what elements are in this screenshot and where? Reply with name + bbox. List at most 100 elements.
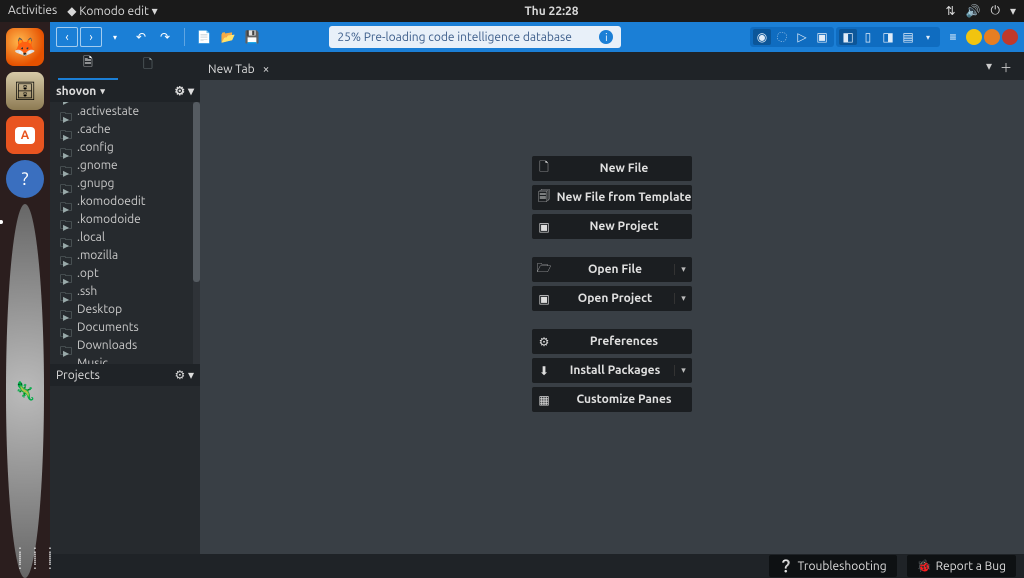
dock-app-komodo[interactable]: 🦎: [6, 204, 44, 578]
file-name: .ssh: [77, 285, 97, 298]
dock-app-software[interactable]: A: [6, 116, 44, 154]
clock[interactable]: Thu 22:28: [158, 5, 946, 18]
pause-macro-icon[interactable]: ◌: [773, 29, 791, 45]
close-button[interactable]: [1002, 29, 1018, 45]
places-gear-icon[interactable]: ⚙ ▾: [174, 84, 194, 98]
maximize-button[interactable]: [984, 29, 1000, 45]
nav-forward-button[interactable]: ›: [80, 27, 102, 47]
places-root-label: shovon: [56, 85, 96, 98]
dropdown-caret-icon[interactable]: ▾: [674, 264, 692, 275]
file-tree-item[interactable]: ▸🗀.gnupg: [50, 174, 200, 192]
help-icon: ❔: [779, 559, 794, 573]
label: Open File: [556, 263, 674, 276]
dropdown-caret-icon[interactable]: ▾: [674, 293, 692, 304]
new-file-button[interactable]: 📄: [193, 27, 215, 47]
gear-icon: ⚙: [532, 335, 556, 349]
editor-tab-new[interactable]: New Tab ×: [198, 59, 279, 80]
install-packages-button[interactable]: ⬇ Install Packages ▾: [532, 358, 692, 383]
dropdown-caret-icon[interactable]: ▾: [674, 365, 692, 376]
side-tab-document[interactable]: 🗋: [118, 51, 178, 80]
nav-dropdown-icon[interactable]: ▾: [104, 27, 126, 47]
play-macro-icon[interactable]: ▷: [793, 29, 811, 45]
bug-icon: 🐞: [917, 559, 932, 573]
open-project-icon: ▣: [532, 292, 556, 306]
doc-tab-icon: 🗋: [143, 58, 153, 71]
file-tree[interactable]: ▸🗀.activestate ▸🗀.cache ▸🗀.config ▸🗀.gno…: [50, 102, 200, 364]
power-icon[interactable]: ⏻: [990, 4, 1000, 18]
pane-button-group: ◧ ▯ ◨ ▤ ▾: [836, 27, 940, 47]
places-root[interactable]: shovon ▾ ⚙ ▾: [50, 80, 200, 102]
file-tree-item[interactable]: ▸🗀.config: [50, 138, 200, 156]
label: New Project: [556, 220, 692, 233]
side-tab-files[interactable]: 🗎: [58, 49, 118, 80]
save-macro-icon[interactable]: ▣: [813, 29, 831, 45]
file-tree-item[interactable]: ▸🗀.gnome: [50, 156, 200, 174]
network-icon[interactable]: ⇅: [945, 4, 955, 18]
file-name: Desktop: [77, 303, 122, 316]
projects-label: Projects: [56, 369, 100, 382]
file-tree-item[interactable]: ▸🗀.komodoedit: [50, 192, 200, 210]
file-name: .opt: [77, 267, 99, 280]
dock-apps-grid-icon[interactable]: ⋮⋮⋮⋮⋮⋮⋮⋮⋮: [14, 550, 59, 568]
preferences-button[interactable]: ⚙ Preferences: [532, 329, 692, 354]
file-tree-item[interactable]: ▸🗀.local: [50, 228, 200, 246]
projects-gear-icon[interactable]: ⚙ ▾: [174, 368, 194, 382]
open-folder-button[interactable]: 📂: [217, 27, 239, 47]
undo-button[interactable]: ↶: [130, 27, 152, 47]
save-button[interactable]: 💾: [241, 27, 263, 47]
download-icon: ⬇: [532, 364, 556, 378]
file-tree-item[interactable]: ▸🗀Desktop: [50, 300, 200, 318]
volume-icon[interactable]: 🔊: [966, 4, 981, 18]
activities-button[interactable]: Activities: [8, 4, 57, 18]
redo-button[interactable]: ↷: [154, 27, 176, 47]
tab-list-icon[interactable]: ▾: [986, 59, 992, 76]
scrollbar-thumb[interactable]: [193, 102, 200, 282]
file-name: .local: [77, 231, 105, 244]
caret-down-icon: ▾: [100, 86, 105, 97]
tab-label: New Tab: [208, 63, 255, 76]
open-project-button[interactable]: ▣ Open Project ▾: [532, 286, 692, 311]
label: Open Project: [556, 292, 674, 305]
user-menu-caret-icon[interactable]: ▾: [1010, 4, 1016, 18]
file-tree-item[interactable]: ▸🗀.opt: [50, 264, 200, 282]
status-box[interactable]: 25% Pre-loading code intelligence databa…: [329, 26, 621, 48]
report-bug-button[interactable]: 🐞 Report a Bug: [907, 555, 1016, 577]
menu-icon[interactable]: ≡: [942, 27, 964, 47]
new-project-button[interactable]: ▣ New Project: [532, 214, 692, 239]
tab-bar: 🗎 🗋 New Tab × ▾ ＋: [50, 52, 1024, 80]
app-menu[interactable]: ◆ Komodo edit ▾: [67, 4, 157, 18]
start-screen: 🗋 New File 🗐 New File from Template ▣ Ne…: [200, 80, 1024, 554]
file-name: .activestate: [77, 105, 139, 118]
file-tree-item[interactable]: ▸🗀.komodoide: [50, 210, 200, 228]
file-tree-item[interactable]: ▸🗀.activestate: [50, 102, 200, 120]
file-tree-item[interactable]: ▸🗀.cache: [50, 120, 200, 138]
dock-app-firefox[interactable]: 🦊: [6, 28, 44, 66]
file-tree-item[interactable]: ▸🗀.ssh: [50, 282, 200, 300]
file-name: .config: [77, 141, 114, 154]
new-file-template-button[interactable]: 🗐 New File from Template: [532, 185, 692, 210]
file-tree-item[interactable]: ▸🗀Music: [50, 354, 200, 364]
toggle-pane-icon[interactable]: ▤: [899, 29, 917, 45]
left-pane-icon[interactable]: ◧: [839, 29, 857, 45]
projects-header[interactable]: Projects ⚙ ▾: [50, 364, 200, 386]
open-file-button[interactable]: 🗁 Open File ▾: [532, 257, 692, 282]
file-tree-item[interactable]: ▸🗀Documents: [50, 318, 200, 336]
minimize-button[interactable]: [966, 29, 982, 45]
new-project-icon: ▣: [532, 220, 556, 234]
troubleshooting-button[interactable]: ❔ Troubleshooting: [769, 555, 897, 577]
nav-back-button[interactable]: ‹: [56, 27, 78, 47]
file-tree-item[interactable]: ▸🗀.mozilla: [50, 246, 200, 264]
pane-dropdown-icon[interactable]: ▾: [919, 29, 937, 45]
customize-panes-button[interactable]: ▦ Customize Panes: [532, 387, 692, 412]
bottom-pane-icon[interactable]: ▯: [859, 29, 877, 45]
tab-close-icon[interactable]: ×: [263, 63, 270, 76]
info-icon[interactable]: i: [599, 30, 613, 44]
dock: 🦊 🗄 A ? 🦎 ⋮⋮⋮⋮⋮⋮⋮⋮⋮: [0, 22, 50, 578]
record-macro-icon[interactable]: ◉: [753, 29, 771, 45]
file-tree-item[interactable]: ▸🗀Downloads: [50, 336, 200, 354]
new-file-button[interactable]: 🗋 New File: [532, 156, 692, 181]
dock-app-files[interactable]: 🗄: [6, 72, 44, 110]
dock-app-help[interactable]: ?: [6, 160, 44, 198]
new-tab-icon[interactable]: ＋: [1000, 59, 1012, 76]
right-pane-icon[interactable]: ◨: [879, 29, 897, 45]
